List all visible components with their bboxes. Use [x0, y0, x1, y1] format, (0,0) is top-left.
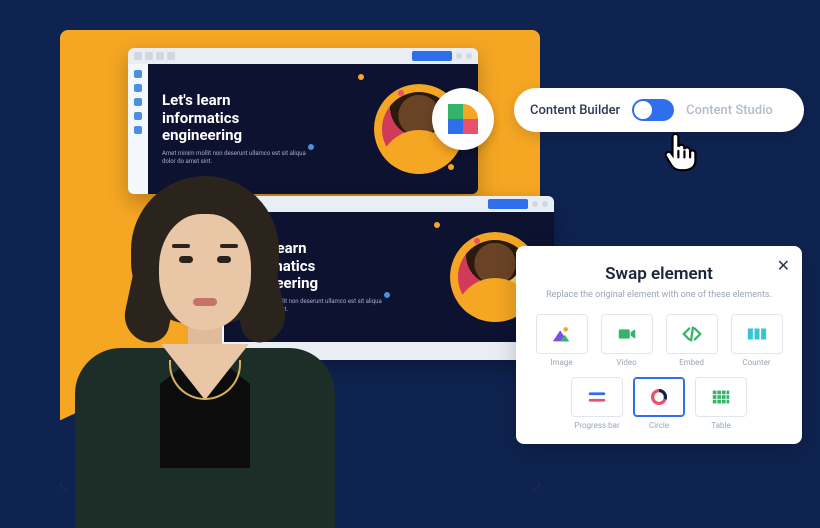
toggle-label-studio: Content Studio [686, 103, 773, 118]
swap-title: Swap element [534, 264, 784, 284]
rail-icon[interactable] [134, 98, 142, 106]
swap-option-image[interactable]: Image [534, 314, 589, 367]
toggle-switch[interactable] [632, 99, 674, 121]
editor-toolbar [128, 48, 478, 64]
circle-icon [648, 386, 670, 408]
toolbar-primary-button[interactable] [412, 51, 452, 61]
rail-icon[interactable] [134, 84, 142, 92]
embed-icon [681, 323, 703, 345]
builder-studio-toggle[interactable]: Content Builder Content Studio [514, 88, 804, 132]
swap-option-embed[interactable]: Embed [664, 314, 719, 367]
presenter-photo [80, 170, 330, 500]
swap-option-progress[interactable]: Progress bar [571, 377, 623, 430]
cursor-hand-icon [656, 128, 700, 172]
swap-option-table[interactable]: Table [695, 377, 747, 430]
rail-icon[interactable] [134, 70, 142, 78]
swap-element-panel: ✕ Swap element Replace the original elem… [516, 246, 802, 444]
toolbar-primary-button[interactable] [488, 199, 528, 209]
app-logo [432, 88, 494, 150]
video-icon [616, 323, 638, 345]
hero-subtitle: Amet minim mollit non deserunt ullamco e… [162, 150, 312, 166]
rail-icon[interactable] [134, 112, 142, 120]
swap-option-counter[interactable]: Counter [729, 314, 784, 367]
progress-icon [586, 386, 608, 408]
rail-icon[interactable] [134, 126, 142, 134]
close-icon[interactable]: ✕ [777, 256, 790, 275]
toggle-label-builder: Content Builder [530, 103, 620, 118]
swap-option-circle[interactable]: Circle [633, 377, 685, 430]
hero-title: Let's learn informatics engineering [162, 92, 312, 144]
swap-option-video[interactable]: Video [599, 314, 654, 367]
logo-icon [448, 104, 478, 134]
image-icon [551, 323, 573, 345]
counter-icon [746, 323, 768, 345]
swap-subtitle: Replace the original element with one of… [534, 290, 784, 300]
table-icon [710, 386, 732, 408]
